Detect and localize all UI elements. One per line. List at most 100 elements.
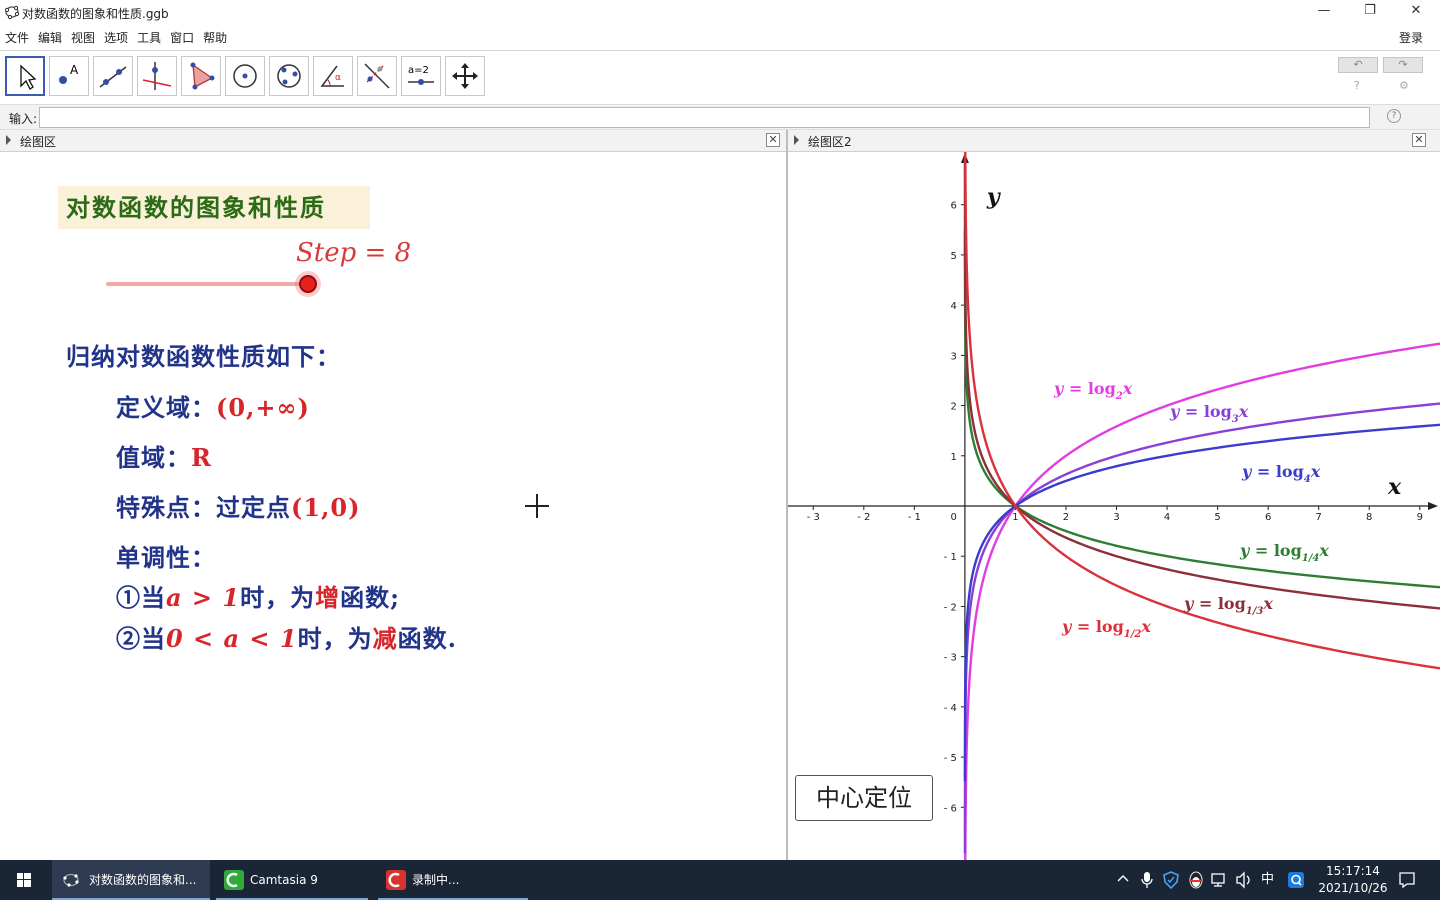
- notification-icon[interactable]: [1398, 871, 1416, 889]
- input-help-icon[interactable]: ?: [1387, 109, 1401, 123]
- menu-options[interactable]: 选项: [100, 26, 132, 46]
- perpendicular-icon: [142, 62, 172, 90]
- log-curve-base-3: [963, 402, 1440, 854]
- start-button[interactable]: [0, 860, 48, 900]
- taskbar-recording[interactable]: 录制中...: [378, 860, 528, 900]
- y-tick-label: 4: [951, 301, 957, 312]
- menu-window[interactable]: 窗口: [166, 26, 198, 46]
- close-button[interactable]: ✕: [1393, 0, 1439, 24]
- y-tick-label: 2: [951, 402, 957, 413]
- move-arrow-icon: [20, 64, 37, 90]
- x-tick-label: 4: [1164, 512, 1170, 523]
- tool-reflect[interactable]: [357, 56, 397, 96]
- center-button[interactable]: 中心定位: [795, 775, 933, 821]
- polygon-icon: [190, 62, 215, 90]
- tool-move-graphics[interactable]: [445, 56, 485, 96]
- menu-bar: 文件 编辑 视图 选项 工具 窗口 帮助 登录: [0, 26, 1440, 48]
- x-tick-label: 2: [1063, 512, 1069, 523]
- curve-label-sub: 3: [1232, 414, 1239, 425]
- minimize-button[interactable]: —: [1301, 0, 1347, 24]
- tool-perpendicular[interactable]: [137, 56, 177, 96]
- curve-label-y: y =: [1183, 594, 1218, 613]
- x-tick-label: 6: [1265, 512, 1271, 523]
- range-value: R: [191, 443, 212, 472]
- menu-edit[interactable]: 编辑: [34, 26, 66, 46]
- taskbar-recording-label: 录制中...: [412, 873, 460, 887]
- tool-slider[interactable]: a=2: [401, 56, 441, 96]
- curve-label-x: x: [1140, 617, 1151, 636]
- tool-polygon[interactable]: [181, 56, 221, 96]
- y-tick-label: - 1: [944, 552, 957, 563]
- volume-icon[interactable]: [1235, 871, 1253, 889]
- geogebra-app-icon: [4, 5, 20, 20]
- graphics-view-2[interactable]: - 3 - 2 - 1 1 2 3 4 5 6 7 8 9 - 6 - 5 - 4 - 3 - 2 - 1 1 2 3 4…: [788, 152, 1440, 860]
- input-bar: 输入: ?: [0, 104, 1440, 130]
- properties-heading: 归纳对数函数性质如下：: [66, 342, 341, 371]
- network-icon[interactable]: [1211, 872, 1229, 888]
- x-tick-label: 5: [1214, 512, 1220, 523]
- curve-label-sub: 1/4: [1302, 553, 1320, 564]
- angle-icon: α: [320, 65, 344, 87]
- crosshair-cursor-icon: [525, 494, 549, 518]
- curve-label: y = log1/4x: [1239, 541, 1329, 564]
- graphics2-panel-title: 绘图区2: [808, 135, 852, 149]
- mono1-prefix: ①当: [116, 583, 166, 612]
- special-label: 特殊点：过定点: [116, 493, 291, 522]
- input-field[interactable]: [39, 107, 1370, 128]
- tool-circle[interactable]: [225, 56, 265, 96]
- curve-label-x: x: [1318, 541, 1329, 560]
- clock-date: 2021/10/26: [1318, 881, 1388, 895]
- redo-button[interactable]: ↷: [1383, 57, 1423, 73]
- chevron-up-icon[interactable]: [1116, 872, 1130, 886]
- y-tick-label: 6: [951, 201, 957, 212]
- x-axis-label: x: [1387, 474, 1402, 500]
- mono2-key: 减: [372, 624, 398, 653]
- slider-icon: a=2: [408, 65, 434, 85]
- tool-move[interactable]: [5, 56, 45, 96]
- step-slider-knob[interactable]: [299, 275, 317, 293]
- settings-icon[interactable]: ⚙: [1399, 79, 1409, 92]
- shield-icon[interactable]: [1163, 871, 1179, 889]
- tool-conic[interactable]: [269, 56, 309, 96]
- qq-penguin-icon[interactable]: [1187, 870, 1205, 890]
- step-slider-track[interactable]: [106, 282, 308, 286]
- collapse-triangle-icon[interactable]: [794, 135, 799, 145]
- taskbar-geogebra[interactable]: 对数函数的图象和...: [52, 860, 210, 900]
- tool-angle[interactable]: α: [313, 56, 353, 96]
- log-function-plot[interactable]: - 3 - 2 - 1 1 2 3 4 5 6 7 8 9 - 6 - 5 - 4 - 3 - 2 - 1 1 2 3 4…: [788, 152, 1440, 860]
- q-app-icon[interactable]: [1287, 871, 1305, 889]
- mono1-mid: 时，为: [240, 583, 316, 612]
- special-value: (1,0): [291, 493, 361, 522]
- menu-view[interactable]: 视图: [67, 26, 99, 46]
- close-panel-icon[interactable]: ✕: [1412, 133, 1426, 147]
- curve-label-x: x: [1262, 594, 1273, 613]
- curve-label: y = log3x: [1169, 402, 1249, 425]
- help-icon[interactable]: ?: [1354, 79, 1360, 92]
- taskbar-camtasia[interactable]: Camtasia 9: [216, 860, 368, 900]
- mono1-tail: 函数;: [340, 583, 400, 612]
- system-clock[interactable]: 15:17:14 2021/10/26: [1305, 863, 1401, 897]
- curve-label: y = log2x: [1053, 379, 1133, 402]
- tool-line[interactable]: [93, 56, 133, 96]
- y-tick-label: 3: [951, 351, 957, 362]
- menu-help[interactable]: 帮助: [199, 26, 231, 46]
- curve-label: y = log1/2x: [1061, 617, 1151, 640]
- collapse-triangle-icon[interactable]: [6, 135, 11, 145]
- curve-label-log: log: [1276, 462, 1304, 481]
- mono2-prefix: ②当: [116, 624, 166, 653]
- special-point-line: 特殊点：过定点(1,0): [116, 488, 360, 523]
- menu-tools[interactable]: 工具: [133, 26, 165, 46]
- x-tick-label: 9: [1417, 512, 1423, 523]
- origin-label: 0: [951, 512, 957, 523]
- restore-button[interactable]: ❐: [1347, 0, 1393, 24]
- menu-file[interactable]: 文件: [1, 26, 33, 46]
- tool-point[interactable]: A: [49, 56, 89, 96]
- undo-button[interactable]: ↶: [1338, 57, 1378, 73]
- windows-logo-icon: [17, 873, 31, 887]
- graphics-view[interactable]: 对数函数的图象和性质 Step = 8 归纳对数函数性质如下： 定义域：(0,+…: [0, 152, 786, 860]
- close-panel-icon[interactable]: ✕: [766, 133, 780, 147]
- login-link[interactable]: 登录: [1399, 29, 1423, 46]
- microphone-icon[interactable]: [1140, 871, 1154, 889]
- ime-indicator[interactable]: 中: [1261, 860, 1274, 900]
- tool-angle-text: α: [335, 73, 341, 83]
